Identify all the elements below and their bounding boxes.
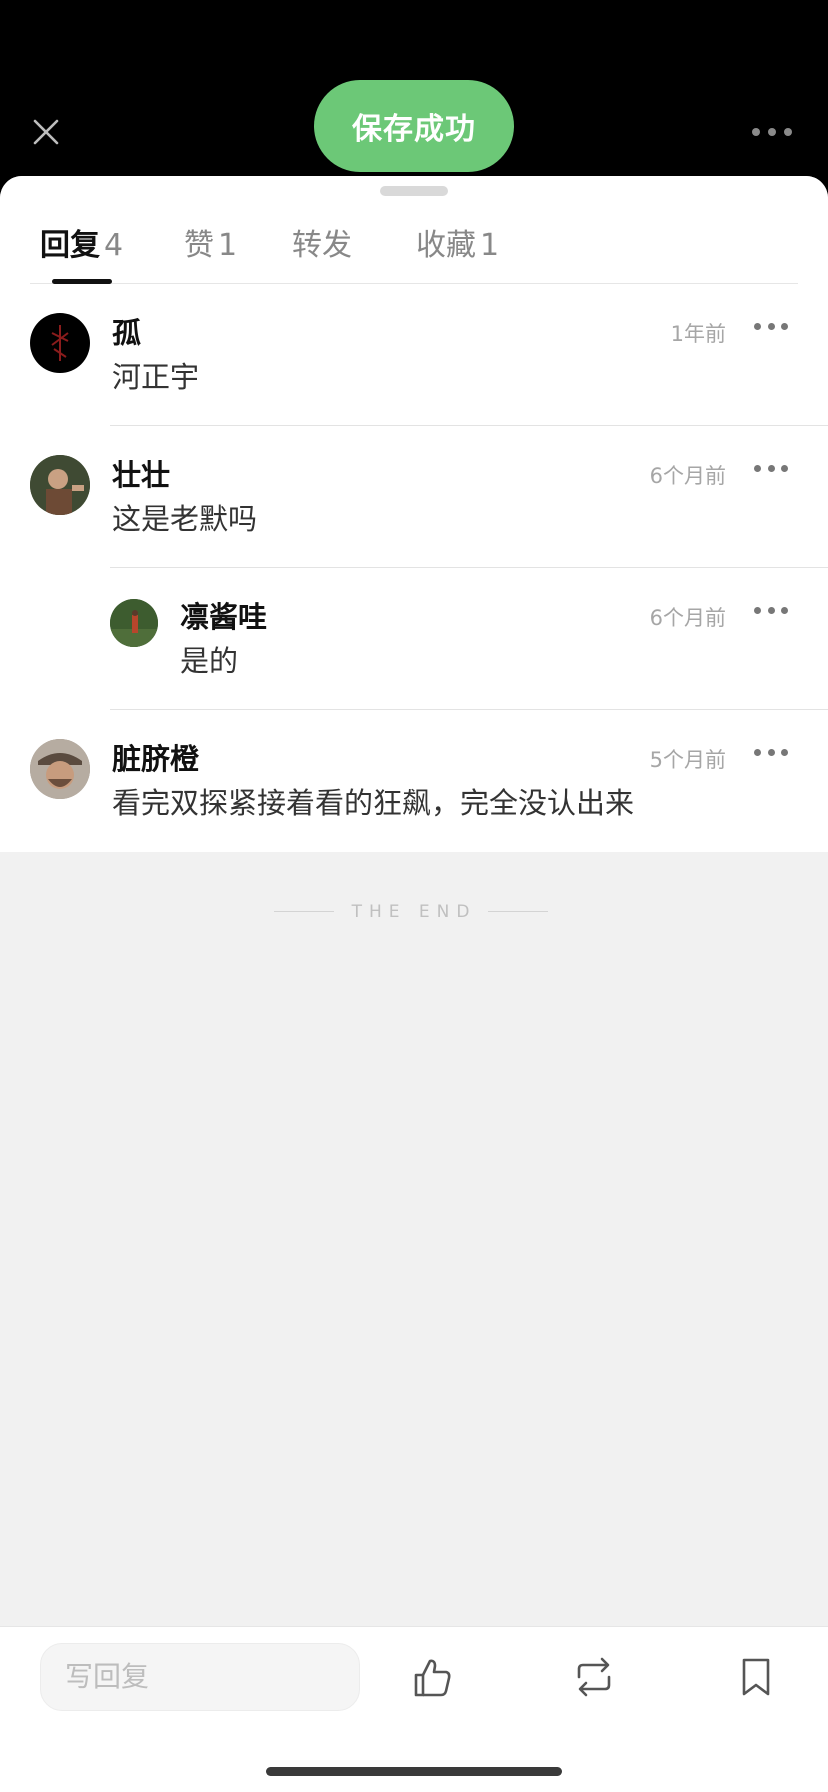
tab-favorites[interactable]: 收藏 1 (416, 220, 499, 264)
comments-sheet: 回复 4 赞1 转发 收藏 1 孤 河正宇 1年前 壮壮 这是老默吗 6个月前 … (0, 176, 828, 1792)
comment-time: 6个月前 (649, 464, 726, 488)
end-marker: THE END (0, 902, 828, 922)
tab-bar: 回复 4 赞1 转发 收藏 1 (30, 176, 798, 284)
more-horizontal-icon[interactable] (754, 318, 788, 334)
repost-icon[interactable] (568, 1651, 620, 1703)
comment-time: 1年前 (670, 322, 726, 346)
tab-likes[interactable]: 赞1 (184, 220, 237, 264)
comment-text: 是的 (180, 644, 239, 678)
comment-text: 河正宇 (112, 360, 200, 394)
bottom-action-bar: 写回复 (0, 1626, 828, 1792)
home-indicator[interactable] (266, 1767, 562, 1776)
tab-count: 4 (104, 228, 124, 263)
more-horizontal-icon[interactable] (754, 602, 788, 618)
save-success-toast: 保存成功 (314, 80, 514, 172)
comment-author[interactable]: 凛酱哇 (180, 594, 267, 636)
end-rule-right (488, 911, 548, 912)
tab-reposts[interactable]: 转发 (292, 220, 352, 264)
comment-author[interactable]: 孤 (112, 310, 141, 352)
tab-label: 转发 (292, 228, 352, 263)
comment-author[interactable]: 壮壮 (112, 452, 170, 494)
comment-text: 看完双探紧接着看的狂飙，完全没认出来 (112, 786, 635, 820)
avatar-icon[interactable] (30, 739, 90, 799)
tab-count: 1 (480, 228, 500, 263)
tab-label: 赞 (184, 228, 214, 263)
comment-time: 6个月前 (649, 606, 726, 630)
tab-replies[interactable]: 回复 4 (40, 220, 123, 264)
more-horizontal-icon[interactable] (754, 744, 788, 760)
end-text: THE END (351, 902, 477, 922)
comment-text: 这是老默吗 (112, 502, 258, 536)
close-icon[interactable] (26, 112, 66, 152)
thumbs-up-icon[interactable] (406, 1651, 458, 1703)
tab-label: 回复 (40, 228, 100, 263)
comment-item[interactable]: 孤 河正宇 1年前 (0, 284, 828, 426)
more-horizontal-icon[interactable] (742, 118, 802, 146)
bookmark-icon[interactable] (730, 1651, 782, 1703)
tab-label: 收藏 (416, 228, 476, 263)
top-bar: 保存成功 (0, 0, 828, 176)
avatar-icon[interactable] (30, 313, 90, 373)
tab-count: 1 (218, 228, 238, 263)
avatar-icon[interactable] (110, 599, 158, 647)
comment-time: 5个月前 (649, 748, 726, 772)
comments-panel: 回复 4 赞1 转发 收藏 1 孤 河正宇 1年前 壮壮 这是老默吗 6个月前 … (0, 176, 828, 852)
avatar-icon[interactable] (30, 455, 90, 515)
reply-input[interactable]: 写回复 (40, 1643, 360, 1711)
comment-author[interactable]: 脏脐橙 (112, 736, 199, 778)
more-horizontal-icon[interactable] (754, 460, 788, 476)
comment-item[interactable]: 壮壮 这是老默吗 6个月前 (0, 426, 828, 568)
screen: 保存成功 回复 4 赞1 转发 收藏 1 孤 河正宇 1年前 壮壮 这是老默吗 … (0, 0, 828, 1792)
comment-item[interactable]: 脏脐橙 看完双探紧接着看的狂飙，完全没认出来 5个月前 (0, 710, 828, 852)
reply-item[interactable]: 凛酱哇 是的 6个月前 (0, 568, 828, 710)
